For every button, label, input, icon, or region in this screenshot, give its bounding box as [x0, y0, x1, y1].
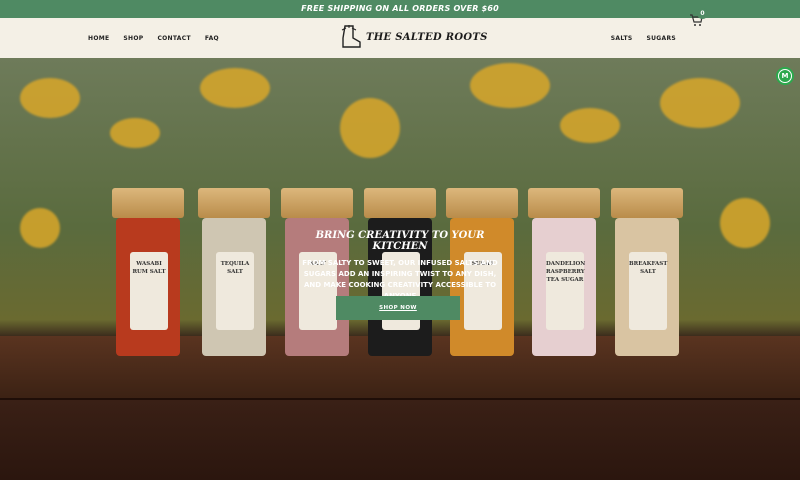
nav-faq[interactable]: FAQ: [205, 35, 219, 42]
hero-copy: BRING CREATIVITY TO YOUR KITCHEN FROM SA…: [300, 230, 500, 302]
nav-shop[interactable]: SHOP: [123, 35, 143, 42]
flower-blob: [110, 118, 160, 148]
nav-sugars[interactable]: SUGARS: [646, 35, 676, 42]
primary-nav: HOME SHOP CONTACT FAQ: [88, 18, 219, 58]
announcement-bar: FREE SHIPPING ON ALL ORDERS OVER $60: [0, 0, 800, 18]
logo-text: THE SALTED ROOTS: [366, 31, 488, 43]
hero-title: BRING CREATIVITY TO YOUR KITCHEN: [315, 230, 485, 252]
jar-label: TEQUILA SALT: [216, 252, 254, 330]
secondary-nav: SALTS SUGARS: [611, 18, 676, 58]
jar-breakfast-salt: BREAKFAST SALT: [611, 188, 683, 356]
flower-blob: [20, 78, 80, 118]
jar-label: DANDELION RASPBERRY TEA SUGAR: [546, 252, 585, 330]
flower-blob: [560, 108, 620, 143]
jar-lid: [364, 188, 436, 218]
flower-blob: [470, 63, 550, 108]
site-header: HOME SHOP CONTACT FAQ THE SALTED ROOTS S…: [0, 18, 800, 58]
shop-now-button[interactable]: SHOP NOW: [336, 296, 460, 320]
jar-tequila-salt: TEQUILA SALT: [198, 188, 270, 356]
flower-blob: [660, 78, 740, 128]
jar-label: WASABI RUM SALT: [130, 252, 168, 330]
jar-lid: [528, 188, 600, 218]
jar-lid: [112, 188, 184, 218]
jar-wasabi-rum-salt: WASABI RUM SALT: [112, 188, 184, 356]
flower-blob: [200, 68, 270, 108]
cart-count-badge: 0: [697, 8, 708, 19]
jar-label: BREAKFAST SALT: [629, 252, 667, 330]
flower-blob: [20, 208, 60, 248]
nav-home[interactable]: HOME: [88, 35, 109, 42]
site-logo[interactable]: THE SALTED ROOTS: [340, 24, 488, 50]
wooden-table-front: [0, 398, 800, 480]
nav-salts[interactable]: SALTS: [611, 35, 633, 42]
jar-lid: [281, 188, 353, 218]
boot-logo-icon: [341, 25, 361, 48]
jar-lid: [198, 188, 270, 218]
jar-lid: [611, 188, 683, 218]
jar-lid: [446, 188, 518, 218]
flower-blob: [720, 198, 770, 248]
jar-dandelion-raspberry-tea-sugar: DANDELION RASPBERRY TEA SUGAR: [528, 188, 600, 356]
flower-blob: [340, 98, 400, 158]
nav-contact[interactable]: CONTACT: [157, 35, 190, 42]
m-badge-icon[interactable]: M: [776, 67, 794, 85]
m-badge-letter: M: [779, 70, 791, 82]
hero-banner: WASABI RUM SALT TEQUILA SALT SALT SUGAR …: [0, 58, 800, 480]
